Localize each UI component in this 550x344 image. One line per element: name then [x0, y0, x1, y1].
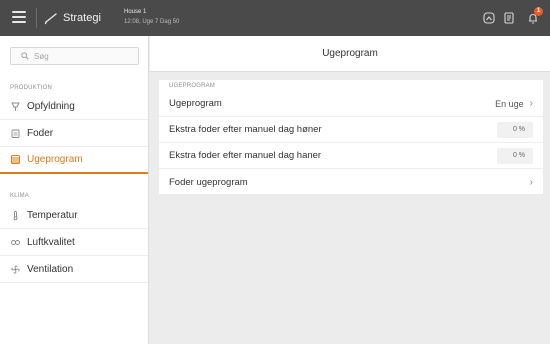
document-icon[interactable] — [502, 11, 516, 25]
strategy-button[interactable]: Strategi — [44, 9, 101, 27]
setting-label: Foder ugeprogram — [169, 176, 248, 188]
alarm-bell-icon[interactable]: 1 — [526, 7, 543, 25]
sidebar-item-luftkvalitet[interactable]: Luftkvalitet — [0, 229, 148, 256]
divider — [36, 8, 37, 28]
fan-icon — [11, 264, 20, 274]
section-label-production: PRODUKTION — [10, 85, 53, 91]
sidebar-item-label: Ugeprogram — [27, 154, 83, 165]
sidebar-item-ugeprogram[interactable]: Ugeprogram — [0, 147, 148, 174]
sidebar: Søg PRODUKTION Opfyldning Foder Ugeprogr… — [0, 36, 149, 344]
co2-icon — [11, 239, 20, 245]
house-name: House 1 — [124, 9, 147, 15]
settings-panel: UGEPROGRAM Ugeprogram En uge › Ekstra fo… — [159, 80, 543, 194]
setting-row-extra-feed-roosters[interactable]: Ekstra foder efter manuel dag haner 0 % — [159, 143, 543, 169]
chevron-right-icon: › — [529, 98, 533, 109]
alarm-badge: 1 — [534, 7, 543, 16]
house-date: 12:08, Uge 7 Dag 50 — [124, 19, 180, 25]
section-label-climate: KLIMA — [10, 193, 30, 199]
week-program-icon — [11, 155, 20, 164]
percent-input[interactable]: 0 % — [497, 121, 533, 138]
sidebar-item-label: Opfyldning — [27, 100, 75, 112]
feeder-icon — [11, 102, 20, 111]
setting-row-ugeprogram[interactable]: Ugeprogram En uge › — [159, 91, 543, 117]
search-icon — [21, 52, 29, 60]
setting-label: Ekstra foder efter manuel dag høner — [169, 124, 322, 135]
setting-row-extra-feed-hens[interactable]: Ekstra foder efter manuel dag høner 0 % — [159, 117, 543, 143]
thermometer-icon — [13, 210, 18, 220]
feed-icon — [11, 129, 20, 138]
page-title: Ugeprogram — [322, 48, 378, 59]
sidebar-item-label: Ventilation — [27, 263, 74, 275]
top-bar: Strategi House 1 12:08, Uge 7 Dag 50 1 — [0, 0, 550, 36]
page-header: Ugeprogram — [150, 36, 550, 72]
sidebar-item-foder[interactable]: Foder — [0, 120, 148, 147]
setting-label: Ugeprogram — [169, 98, 222, 109]
search-input[interactable]: Søg — [10, 47, 139, 65]
house-info: House 1 12:08, Uge 7 Dag 50 — [124, 8, 179, 27]
setting-value: En uge — [495, 98, 524, 109]
setting-row-feed-week-program[interactable]: Foder ugeprogram › — [159, 169, 543, 195]
panel-section-label: UGEPROGRAM — [169, 83, 216, 89]
setting-label: Ekstra foder efter manuel dag haner — [169, 150, 322, 161]
chevron-right-icon: › — [529, 176, 533, 188]
menu-icon[interactable] — [12, 11, 26, 25]
strategy-icon — [44, 13, 57, 25]
sidebar-item-temperatur[interactable]: Temperatur — [0, 202, 148, 229]
sidebar-item-label: Luftkvalitet — [27, 236, 75, 248]
search-placeholder: Søg — [34, 51, 49, 61]
sidebar-item-label: Foder — [27, 127, 54, 139]
strategy-label: Strategi — [63, 12, 101, 24]
home-icon[interactable] — [482, 11, 496, 25]
sidebar-item-opfyldning[interactable]: Opfyldning — [0, 93, 148, 120]
sidebar-item-ventilation[interactable]: Ventilation — [0, 256, 148, 283]
percent-input[interactable]: 0 % — [497, 147, 533, 164]
sidebar-item-label: Temperatur — [27, 209, 78, 221]
